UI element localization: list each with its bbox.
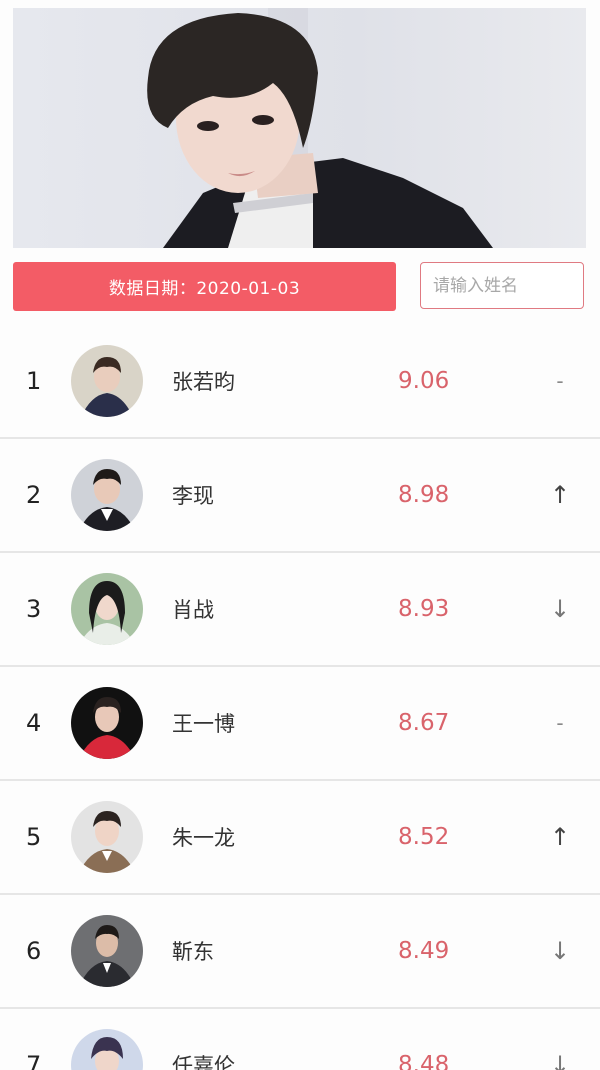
list-item[interactable]: 3 肖战 8.93 ↓ xyxy=(0,553,600,667)
score-value: 8.93 xyxy=(398,596,450,622)
rank-number: 2 xyxy=(26,481,42,509)
score-value: 8.98 xyxy=(398,482,450,508)
avatar xyxy=(71,801,143,873)
score-value: 8.49 xyxy=(398,938,450,964)
person-name: 肖战 xyxy=(172,598,214,622)
ranking-page: 数据日期：2020-01-03 1 张若昀 9.06 - 2 xyxy=(0,0,600,1070)
person-name: 李现 xyxy=(172,484,214,508)
avatar xyxy=(71,687,143,759)
person-name: 靳东 xyxy=(172,940,214,964)
rank-number: 1 xyxy=(26,367,42,395)
score-value: 8.67 xyxy=(398,710,450,736)
avatar xyxy=(71,459,143,531)
dash-icon: - xyxy=(556,369,564,393)
ranking-list: 1 张若昀 9.06 - 2 李现 8.98 ↑ 3 肖战 8.93 ↓ 4 王… xyxy=(0,325,600,1070)
avatar xyxy=(71,1029,143,1070)
list-item[interactable]: 5 朱一龙 8.52 ↑ xyxy=(0,781,600,895)
data-date-label: 数据日期：2020-01-03 xyxy=(108,279,301,299)
banner-photo xyxy=(13,8,586,248)
avatar xyxy=(71,915,143,987)
rank-number: 7 xyxy=(26,1051,42,1070)
rank-number: 6 xyxy=(26,937,42,965)
list-item[interactable]: 6 靳东 8.49 ↓ xyxy=(0,895,600,1009)
list-item[interactable]: 1 张若昀 9.06 - xyxy=(0,325,600,439)
avatar xyxy=(71,573,143,645)
person-name: 王一博 xyxy=(172,712,235,736)
arrow-down-icon: ↓ xyxy=(549,1051,571,1070)
list-item[interactable]: 7 任嘉伦 8.48 ↓ xyxy=(0,1009,600,1070)
name-search-input[interactable] xyxy=(420,262,584,309)
list-item[interactable]: 2 李现 8.98 ↑ xyxy=(0,439,600,553)
score-value: 8.48 xyxy=(398,1052,450,1070)
data-date-button[interactable]: 数据日期：2020-01-03 xyxy=(13,262,396,311)
arrow-down-icon: ↓ xyxy=(549,937,571,965)
person-name: 朱一龙 xyxy=(172,826,235,850)
rank-number: 5 xyxy=(26,823,42,851)
arrow-up-icon: ↑ xyxy=(549,823,571,851)
person-name: 张若昀 xyxy=(172,370,235,394)
arrow-up-icon: ↑ xyxy=(549,481,571,509)
score-value: 9.06 xyxy=(398,368,450,394)
avatar xyxy=(71,345,143,417)
arrow-down-icon: ↓ xyxy=(549,595,571,623)
score-value: 8.52 xyxy=(398,824,450,850)
rank-number: 3 xyxy=(26,595,42,623)
list-item[interactable]: 4 王一博 8.67 - xyxy=(0,667,600,781)
rank-number: 4 xyxy=(26,709,42,737)
dash-icon: - xyxy=(556,711,564,735)
person-name: 任嘉伦 xyxy=(172,1054,235,1070)
